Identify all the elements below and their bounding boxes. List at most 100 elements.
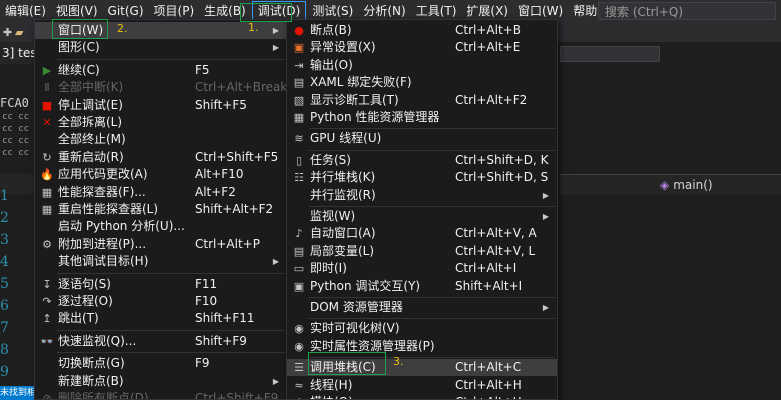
menu-item-即时[interactable]: ▭ 即时(I) Ctrl+Alt+I xyxy=(287,260,557,277)
menu-调试[interactable]: 调试(D) xyxy=(251,1,307,21)
menu-item-shortcut: Ctrl+Alt+V, A xyxy=(455,226,537,241)
menu-item-label: 性能探查器(F)... xyxy=(58,184,146,199)
menu-item-label: GPU 线程(U) xyxy=(310,131,382,146)
gpu-icon: ≋ xyxy=(294,132,304,146)
menu-item-新建断点[interactable]: 新建断点(B) ▶ xyxy=(35,373,287,390)
menu-item-shortcut: Ctrl+Alt+U xyxy=(455,394,522,399)
menu-item-label: 局部变量(L) xyxy=(310,243,375,258)
menu-item-label: 快速监视(Q)... xyxy=(58,333,137,348)
address-label: FCA0 xyxy=(0,96,29,110)
annotation-2: 2. xyxy=(117,22,128,35)
annotation-3: 3. xyxy=(393,355,404,368)
status-bar: 未找到相 xyxy=(0,386,34,400)
menu-item-应用代码更改[interactable]: 🔥 应用代码更改(A) Alt+F10 xyxy=(35,166,287,183)
step-out-icon: ↥ xyxy=(42,312,52,326)
menu-item-并行堆栈[interactable]: ☷ 并行堆栈(K) Ctrl+Shift+D, S xyxy=(287,169,557,186)
menu-item-label: Python 调试交互(Y) xyxy=(310,278,421,293)
menu-item-实时可视化树[interactable]: ◉ 实时可视化树(V) xyxy=(287,320,557,337)
menu-item-全部中断[interactable]: Ⅱ 全部中断(K) Ctrl+Alt+Break xyxy=(35,79,287,96)
menu-item-gpu-线程[interactable]: ≋ GPU 线程(U) xyxy=(287,130,557,147)
menu-item-shortcut: F9 xyxy=(195,356,210,371)
menu-item-label: 自动窗口(A) xyxy=(310,226,376,241)
menu-item-label: 异常设置(X) xyxy=(310,40,376,55)
menu-item-python-性能资源管理器[interactable]: ▦ Python 性能资源管理器 xyxy=(287,109,557,126)
menu-item-图形[interactable]: 图形(C) ▶ xyxy=(35,39,287,56)
line-number: 8 xyxy=(0,342,9,358)
background-dropdown[interactable] xyxy=(560,46,660,62)
menu-separator xyxy=(309,318,555,320)
menu-item-label: 应用代码更改(A) xyxy=(58,167,148,182)
menu-item-显示诊断工具[interactable]: ▧ 显示诊断工具(T) Ctrl+Alt+F2 xyxy=(287,92,557,109)
menu-item-shortcut: Ctrl+Alt+B xyxy=(455,23,521,37)
menu-item-shortcut: Ctrl+Shift+D, K xyxy=(455,152,549,167)
menu-item-实时属性资源管理器[interactable]: ◉ 实时属性资源管理器(P) xyxy=(287,338,557,355)
menu-item-切换断点[interactable]: 切换断点(G) F9 xyxy=(35,355,287,372)
menu-item-模块[interactable]: ❖模块(O) Ctrl+Alt+U xyxy=(287,394,557,399)
menu-item-局部变量[interactable]: ▤ 局部变量(L) Ctrl+Alt+V, L xyxy=(287,243,557,260)
break-all-icon: Ⅱ xyxy=(44,81,50,95)
menu-item-shortcut: Ctrl+Alt+H xyxy=(455,377,522,392)
menu-item-label: 逐语句(S) xyxy=(58,276,111,291)
menu-item-label: Python 性能资源管理器 xyxy=(310,110,440,124)
menu-item-label: 删除所有断点(D) xyxy=(58,391,149,400)
menu-item-全部拆离[interactable]: ✕ 全部拆离(L) xyxy=(35,114,287,131)
menu-item-label: XAML 绑定失败(F) xyxy=(310,75,412,90)
restart-icon: ↻ xyxy=(42,150,52,164)
menu-item-shortcut: Ctrl+Shift+F5 xyxy=(195,149,279,164)
menu-item-label: 实时属性资源管理器(P) xyxy=(310,338,435,353)
search-box[interactable]: 搜索 (Ctrl+Q) xyxy=(598,2,776,20)
menu-item-label: 并行堆栈(K) xyxy=(310,170,376,185)
menu-item-重启性能探查器[interactable]: ▦ 重启性能探查器(L) Shift+Alt+F2 xyxy=(35,201,287,218)
menu-item-label: 新建断点(B) xyxy=(58,373,124,388)
menu-item-调用堆栈[interactable]: ☰ 调用堆栈(C) Ctrl+Alt+C xyxy=(287,359,557,377)
menu-item-异常设置[interactable]: ▣ 异常设置(X) Ctrl+Alt+E xyxy=(287,39,557,56)
menu-item-重新启动[interactable]: ↻ 重新启动(R) Ctrl+Shift+F5 xyxy=(35,149,287,166)
modules-icon: ❖ xyxy=(291,394,307,399)
menu-item-dom-资源管理器[interactable]: DOM 资源管理器 ▶ xyxy=(287,299,557,316)
menu-item-其他调试目标[interactable]: 其他调试目标(H) ▶ xyxy=(35,253,287,270)
menu-item-启动-python-分析[interactable]: 启动 Python 分析(U)... xyxy=(35,218,287,235)
detach-icon: ✕ xyxy=(42,116,52,129)
menu-item-label: 重新启动(R) xyxy=(58,149,124,164)
menu-item-shortcut: Shift+F9 xyxy=(195,333,247,348)
menu-item-label: 停止调试(E) xyxy=(58,97,123,112)
python-interactive-icon: ▣ xyxy=(293,279,305,293)
menu-item-逐语句[interactable]: ↧ 逐语句(S) F11 xyxy=(35,276,287,293)
menu-item-shortcut: Alt+F10 xyxy=(195,167,244,182)
line-number: 2 xyxy=(0,210,9,226)
menu-item-shortcut: Ctrl+Alt+Break xyxy=(195,80,288,95)
menu-item-附加到进程[interactable]: ⚙ 附加到进程(P)... Ctrl+Alt+P xyxy=(35,236,287,253)
locals-icon: ▤ xyxy=(293,244,305,258)
menu-item-停止调试[interactable]: ■ 停止调试(E) Shift+F5 xyxy=(35,97,287,114)
menu-item-任务[interactable]: ▯ 任务(S) Ctrl+Shift+D, K xyxy=(287,152,557,169)
function-dropdown[interactable]: ◈ main() xyxy=(660,178,713,192)
function-icon: ◈ xyxy=(660,178,670,192)
menu-item-线程[interactable]: ≈ 线程(H) Ctrl+Alt+H xyxy=(287,377,557,394)
new-file-icon[interactable]: ✚ xyxy=(3,26,12,39)
menu-item-shortcut: Ctrl+Alt+P xyxy=(195,236,260,251)
menu-item-监视[interactable]: 监视(W) ▶ xyxy=(287,208,557,225)
menu-item-全部终止[interactable]: 全部终止(M) xyxy=(35,131,287,148)
menu-item-删除所有断点[interactable]: ⊘ 删除所有断点(D) Ctrl+Shift+F9 xyxy=(35,390,287,400)
submenu-arrow-icon: ▶ xyxy=(272,43,279,53)
menu-item-继续[interactable]: ▶ 继续(C) F5 xyxy=(35,62,287,79)
menu-item-输出[interactable]: ⇥ 输出(O) xyxy=(287,57,557,74)
menu-item-跳出[interactable]: ↥ 跳出(T) Shift+F11 xyxy=(35,310,287,327)
menu-item-xaml-绑定失败[interactable]: ▤ XAML 绑定失败(F) xyxy=(287,74,557,91)
menu-item-shortcut: Shift+F5 xyxy=(195,97,247,112)
menu-item-python-调试交互[interactable]: ▣ Python 调试交互(Y) Shift+Alt+I xyxy=(287,278,557,295)
immediate-icon: ▭ xyxy=(293,262,305,276)
menu-item-断点[interactable]: ● 断点(B) Ctrl+Alt+B xyxy=(287,22,557,39)
menu-item-逐过程[interactable]: ↷ 逐过程(O) F10 xyxy=(35,293,287,310)
menu-item-shortcut: Shift+F11 xyxy=(195,311,255,326)
menu-item-性能探查器[interactable]: ▦ 性能探查器(F)... Alt+F2 xyxy=(35,184,287,201)
menu-item-label: 输出(O) xyxy=(310,57,353,72)
menu-item-快速监视[interactable]: 👓 快速监视(Q)... Shift+F9 xyxy=(35,333,287,350)
menu-item-自动窗口[interactable]: ♪ 自动窗口(A) Ctrl+Alt+V, A xyxy=(287,225,557,242)
menu-item-label: 图形(C) xyxy=(58,40,100,55)
open-folder-icon[interactable]: ▰ xyxy=(15,26,23,39)
submenu-arrow-icon: ▶ xyxy=(272,257,279,267)
call-stack-icon: ☰ xyxy=(294,361,304,375)
menu-item-并行监视[interactable]: 并行监视(R) ▶ xyxy=(287,187,557,204)
menu-item-shortcut: Ctrl+Alt+E xyxy=(455,40,521,55)
